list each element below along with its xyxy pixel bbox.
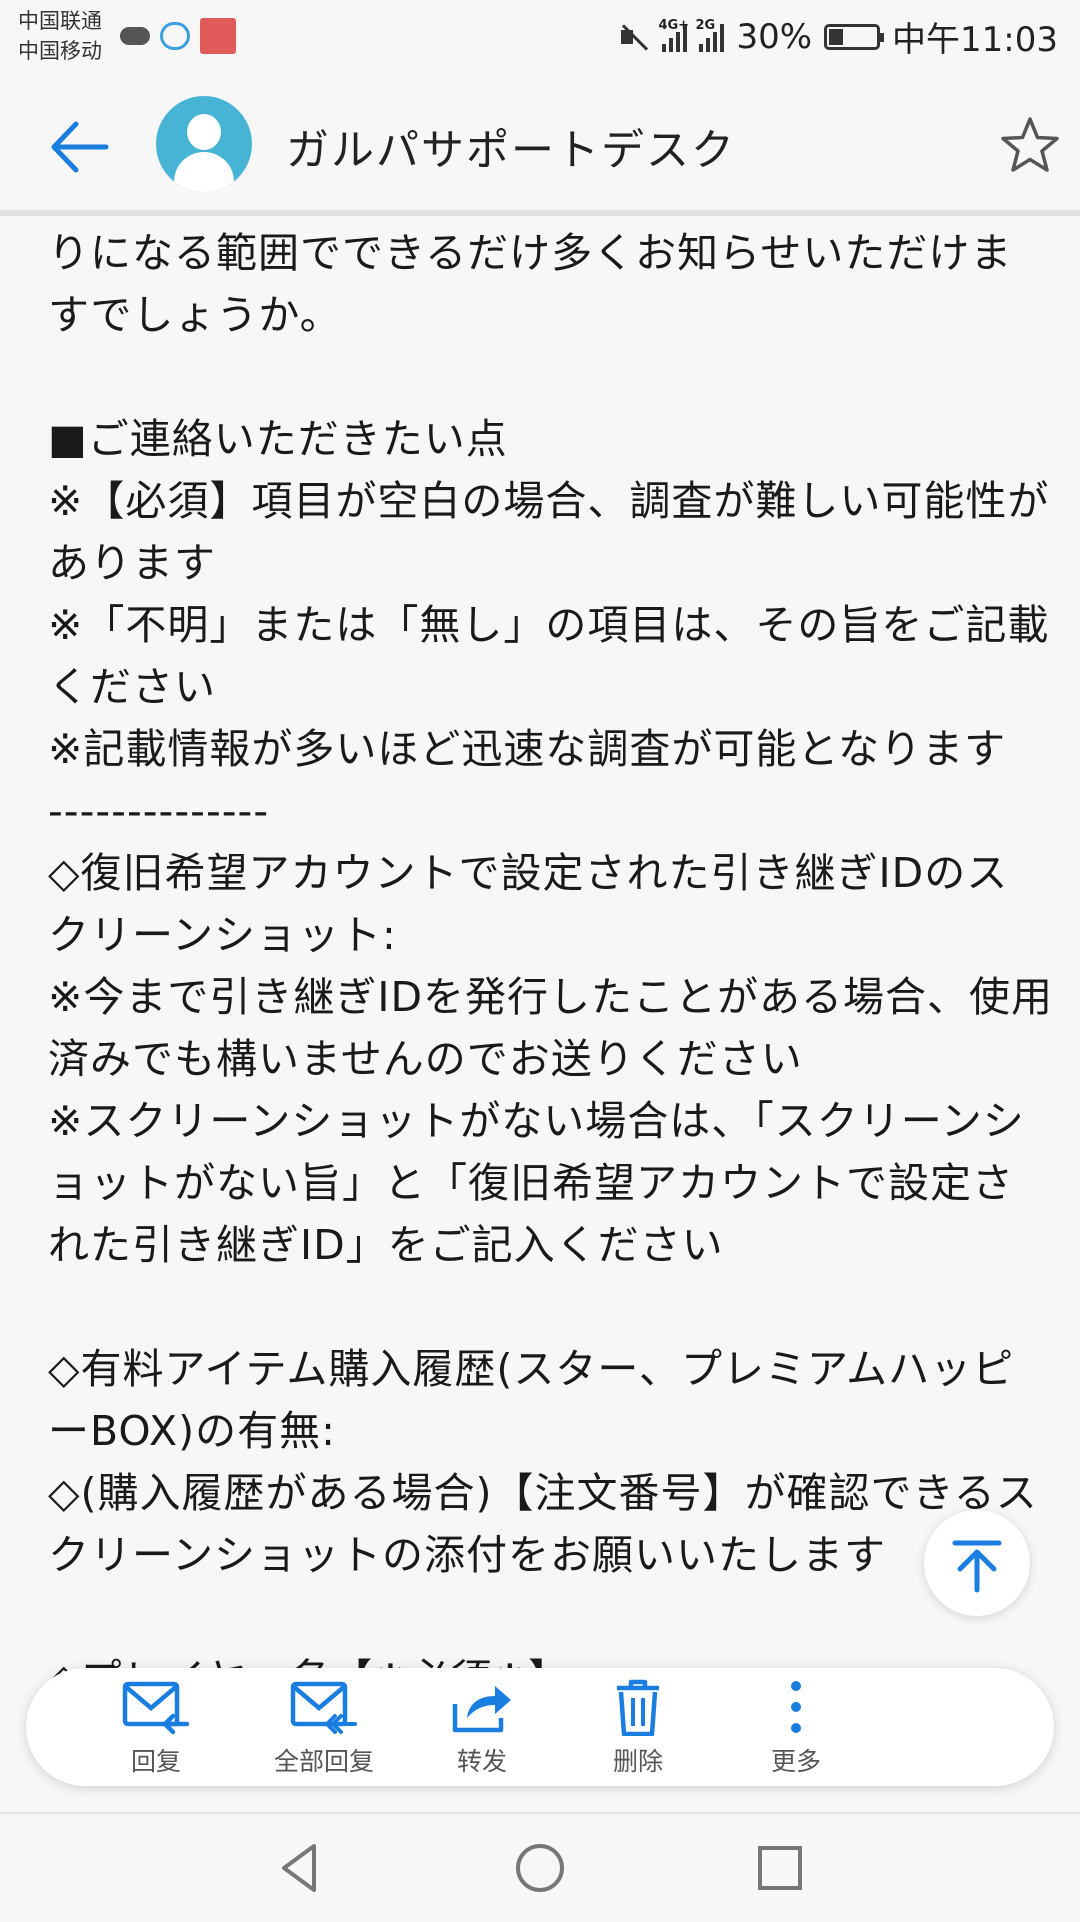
star-icon [1001, 117, 1059, 172]
message-body: りになる範囲でできるだけ多くお知らせいただけま すでしょうか。 ■ご連絡いただきたい… [48, 222, 1054, 1772]
battery-percent: 30% [736, 16, 813, 57]
battery-icon [824, 23, 885, 50]
carrier-1-label: 中国联通 [18, 9, 102, 33]
sender-avatar[interactable] [156, 96, 252, 192]
message-line [48, 346, 1048, 408]
reply-label: 回复 [130, 1747, 181, 1776]
message-line: 済みでも構いませんのでお送りください [48, 1035, 803, 1083]
message-line: クリーンショットの添付をお願いいたします [48, 1531, 886, 1579]
message-line: れた引き継ぎID」をご記入ください [48, 1221, 724, 1269]
message-line: りになる範囲でできるだけ多くお知らせいただけま [48, 229, 1013, 277]
message-line: ※今まで引き継ぎIDを発行したことがある場合、使用 [48, 973, 1054, 1021]
message-line: ※記載情報が多いほど迅速な調査が可能となります [48, 725, 1007, 773]
mute-icon [618, 22, 650, 52]
message-line [48, 1276, 1048, 1338]
message-line: ください [48, 663, 216, 711]
forward-button[interactable]: 转发 [402, 1678, 562, 1778]
reply-all-button[interactable]: 全部回复 [244, 1678, 404, 1778]
notification-icons [120, 18, 236, 54]
message-line [48, 1586, 1048, 1648]
message-line: クリーンショット: [48, 911, 397, 959]
sender-name[interactable]: ガルパサポートデスク [286, 116, 736, 178]
star-button[interactable] [998, 114, 1062, 178]
huawei-app-icon [200, 18, 236, 54]
message-line: あります [48, 539, 216, 587]
message-line: ◇(購入履歴がある場合)【注文番号】が確認できるス [48, 1469, 1038, 1517]
message-line: ョットがない旨」と「復旧希望アカウントで設定さ [48, 1159, 1014, 1207]
delete-button[interactable]: 删除 [558, 1678, 718, 1778]
message-line: -------------- [48, 787, 270, 835]
message-line: ※【必須】項目が空白の場合、調査が難しい可能性が [48, 477, 1050, 525]
arrow-left-icon [51, 121, 109, 173]
nav-home-button[interactable] [510, 1838, 570, 1898]
message-line: ■ご連絡いただきたい点 [48, 415, 508, 463]
triangle-back-icon [282, 1844, 316, 1892]
system-nav-bar [0, 1812, 1080, 1922]
share-forward-icon [452, 1686, 511, 1733]
reply-all-mail-icon [290, 1681, 357, 1734]
square-recents-icon [758, 1846, 802, 1890]
message-line: ※「不明」または「無し」の項目は、その旨をご記載 [48, 601, 1050, 649]
status-indicators: 4G+ 2G 30% 中午11:03 [618, 12, 1058, 61]
arrow-up-icon [952, 1540, 1002, 1593]
signal-2g-icon: 2G [695, 18, 725, 52]
reply-all-label: 全部回复 [273, 1747, 374, 1776]
more-button[interactable]: 更多 [716, 1678, 876, 1778]
more-label: 更多 [770, 1747, 821, 1776]
message-header: ガルパサポートデスク [0, 76, 1080, 216]
reply-mail-icon [122, 1681, 190, 1735]
nav-recents-button[interactable] [750, 1838, 810, 1898]
network-2-label: 2G [695, 17, 716, 33]
status-bar: 中国联通 中国移动 4G+ 2G 30% 中午11:03 [0, 0, 1080, 76]
message-line: すでしょうか。 [48, 291, 342, 339]
chat-notification-icon [160, 22, 190, 50]
nav-back-button[interactable] [270, 1838, 330, 1898]
message-line: ーBOX)の有無: [48, 1407, 336, 1455]
signal-4g-icon: 4G+ [658, 18, 689, 52]
network-1-label: 4G+ [658, 17, 690, 33]
carrier-info: 中国联通 中国移动 [18, 6, 102, 66]
clock: 中午11:03 [892, 20, 1058, 60]
more-vertical-icon [791, 1681, 801, 1733]
forward-label: 转发 [456, 1747, 507, 1776]
carrier-2-label: 中国移动 [18, 39, 102, 63]
message-line: ※スクリーンショットがない場合は、「スクリーンシ [48, 1097, 1025, 1145]
trash-icon [617, 1679, 659, 1736]
scroll-to-top-button[interactable] [924, 1510, 1030, 1616]
cloud-icon [120, 27, 150, 45]
message-line: ◇復旧希望アカウントで設定された引き継ぎIDのス [48, 849, 1009, 897]
circle-home-icon [516, 1844, 564, 1892]
delete-label: 删除 [612, 1747, 663, 1776]
reply-button[interactable]: 回复 [76, 1678, 236, 1778]
back-button[interactable] [46, 112, 116, 182]
action-bar: 回复 全部回复 转发 删除 更多 [26, 1668, 1054, 1786]
message-line: ◇有料アイテム購入履歴(スター、プレミアムハッピ [48, 1345, 1015, 1393]
